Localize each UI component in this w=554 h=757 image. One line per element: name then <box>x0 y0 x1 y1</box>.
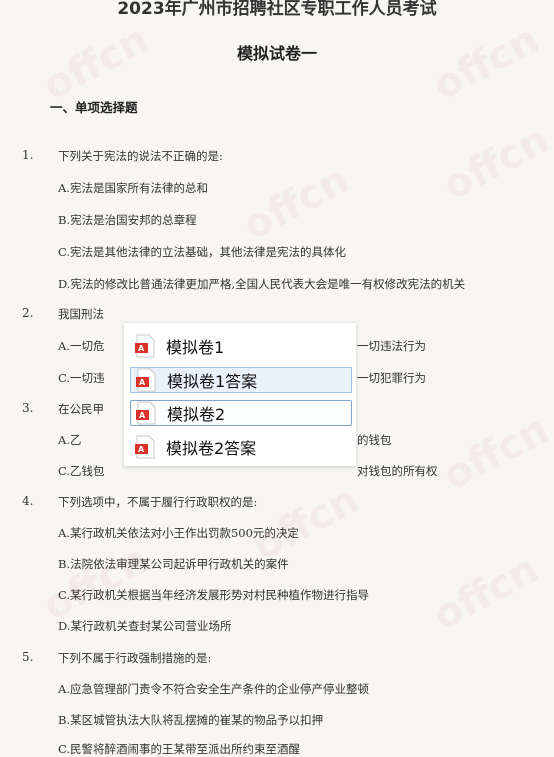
section-title: 一、单项选择题 <box>50 100 138 115</box>
pdf-file-icon: A <box>135 334 155 358</box>
watermark: offcn <box>435 116 554 210</box>
answer-option: A.一切危 <box>58 339 105 353</box>
document-header-title: 2023年广州市招聘社区专职工作人员考试 <box>117 0 437 19</box>
question-stem: 下列选项中，不属于履行行政职权的是: <box>58 495 258 509</box>
svg-text:A: A <box>139 411 146 420</box>
answer-option: C.民警将醉酒闹事的王某带至派出所约束至酒醒 <box>58 742 301 756</box>
svg-text:A: A <box>138 344 145 353</box>
answer-option: 的钱包 <box>357 433 392 447</box>
file-item-mock-exam-2[interactable]: A 模拟卷2 <box>130 400 352 426</box>
watermark: offcn <box>425 546 547 640</box>
answer-option: B.法院依法审理某公司起诉甲行政机关的案件 <box>58 557 289 571</box>
paper-subtitle: 模拟试卷一 <box>236 44 317 63</box>
answer-option: 一切违法行为 <box>357 339 426 353</box>
watermark: offcn <box>435 406 554 500</box>
answer-option: C.某行政机关根据当年经济发展形势对村民种植作物进行指导 <box>58 588 370 602</box>
answer-option: D.某行政机关查封某公司营业场所 <box>58 619 232 633</box>
answer-option: 对钱包的所有权 <box>357 464 438 478</box>
question-stem: 下列不属于行政强制措施的是: <box>58 651 212 665</box>
question-number: 1. <box>22 148 34 162</box>
answer-option: A.宪法是国家所有法律的总和 <box>58 181 208 195</box>
file-list-popup: A 模拟卷1 A 模拟卷1答案 A 模拟卷2 A 模拟卷2答案 <box>124 323 356 466</box>
pdf-file-icon: A <box>135 435 155 459</box>
file-item-mock-exam-2-answers[interactable]: A 模拟卷2答案 <box>130 434 352 460</box>
pdf-file-icon: A <box>136 368 156 392</box>
file-item-mock-exam-1-answers[interactable]: A 模拟卷1答案 <box>130 367 352 393</box>
file-item-mock-exam-1[interactable]: A 模拟卷1 <box>130 333 352 359</box>
answer-option: A.乙 <box>58 433 82 447</box>
answer-option: A.应急管理部门责令不符合安全生产条件的企业停产停业整顿 <box>58 682 369 696</box>
answer-option: C.宪法是其他法律的立法基础，其他法律是宪法的具体化 <box>58 245 347 259</box>
answer-option: C.乙钱包 <box>58 464 105 478</box>
question-number: 5. <box>22 650 34 664</box>
answer-option: 一切犯罪行为 <box>357 371 426 385</box>
answer-option: B.宪法是治国安邦的总章程 <box>58 213 197 227</box>
watermark: offcn <box>35 536 157 630</box>
document-page: offcn offcn offcn offcn offcn offcn offc… <box>0 0 554 756</box>
pdf-file-icon: A <box>136 401 156 425</box>
question-number: 3. <box>22 401 34 415</box>
answer-option: C.一切违 <box>58 371 105 385</box>
question-stem: 我国刑法 <box>58 307 104 321</box>
question-stem: 在公民甲 <box>58 402 104 416</box>
file-name: 模拟卷1 <box>166 338 225 357</box>
answer-option: D.宪法的修改比普通法律更加严格,全国人民代表大会是唯一有权修改宪法的机关 <box>58 277 466 291</box>
file-name: 模拟卷1答案 <box>167 372 258 391</box>
file-name: 模拟卷2 <box>167 405 226 424</box>
question-stem: 下列关于宪法的说法不正确的是: <box>58 149 223 163</box>
answer-option: B.某区城管执法大队将乱摆摊的崔某的物品予以扣押 <box>58 713 324 727</box>
answer-option: A.某行政机关依法对小王作出罚款500元的决定 <box>58 526 299 540</box>
question-number: 2. <box>22 306 34 320</box>
svg-text:A: A <box>139 378 146 387</box>
question-number: 4. <box>22 494 34 508</box>
svg-text:A: A <box>138 445 145 454</box>
watermark: offcn <box>235 156 357 250</box>
file-name: 模拟卷2答案 <box>166 439 257 458</box>
